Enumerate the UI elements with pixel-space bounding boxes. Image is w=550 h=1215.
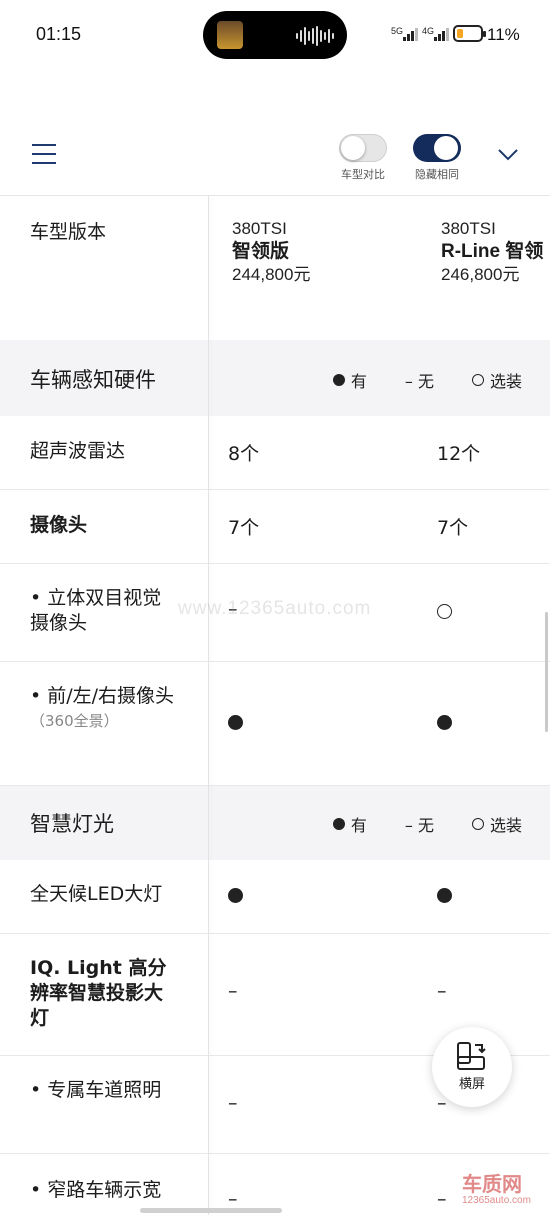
version-col2-name: R-Line 智领 bbox=[441, 241, 544, 262]
row-value-col2: – bbox=[437, 1188, 447, 1210]
version-col1[interactable]: 380TSI 智领版 244,800元 bbox=[232, 218, 310, 286]
watermark-text: www.12365auto.com bbox=[178, 598, 372, 619]
row-label: 摄像头 bbox=[30, 514, 88, 536]
table-row: • 前/左/右摄像头 （360全景） bbox=[0, 662, 550, 786]
legend: 有 – 无 选装 bbox=[332, 812, 522, 836]
version-col2[interactable]: 380TSI R-Line 智领 246,800元 bbox=[441, 218, 543, 286]
legend-none: – 无 bbox=[404, 816, 434, 835]
signal-bars-icon bbox=[434, 27, 449, 41]
version-col2-price: 246,800元 bbox=[441, 265, 520, 284]
chevron-down-icon[interactable] bbox=[497, 148, 519, 162]
home-indicator[interactable] bbox=[140, 1208, 282, 1213]
row-label: IQ. Light 高分辨率智慧投影大灯 bbox=[30, 957, 167, 1029]
logo-subtext: 12365auto.com bbox=[462, 1195, 531, 1206]
audio-wave-icon bbox=[296, 26, 336, 46]
site-logo: 车质网 12365auto.com bbox=[462, 1168, 548, 1212]
column-divider bbox=[208, 196, 209, 1215]
menu-icon[interactable] bbox=[32, 144, 56, 166]
version-col1-name: 智领版 bbox=[232, 241, 290, 262]
row-label: • 立体双目视觉摄像头 bbox=[30, 587, 162, 634]
row-value-col2 bbox=[437, 602, 452, 624]
version-col1-model: 380TSI bbox=[232, 219, 287, 238]
legend-yes: 有 bbox=[350, 816, 367, 835]
landscape-button[interactable]: 横屏 bbox=[432, 1027, 512, 1107]
row-label: 超声波雷达 bbox=[30, 440, 126, 462]
table-row: 摄像头 7个 7个 bbox=[0, 490, 550, 564]
row-value-col1: – bbox=[228, 1092, 238, 1114]
version-row: 车型版本 380TSI 智领版 244,800元 380TSI R-Line 智… bbox=[0, 196, 550, 306]
version-col2-model: 380TSI bbox=[441, 219, 496, 238]
row-label: • 窄路车辆示宽 bbox=[30, 1179, 162, 1201]
network-5g-label: 5G bbox=[391, 26, 404, 36]
filled-dot-icon bbox=[332, 818, 345, 830]
section-title: 车辆感知硬件 bbox=[30, 368, 156, 392]
section-header-sensors: 车辆感知硬件 有 – 无 选装 bbox=[0, 340, 550, 416]
hollow-dot-icon bbox=[471, 818, 484, 830]
landscape-button-label: 横屏 bbox=[458, 1077, 485, 1092]
row-value-col2 bbox=[437, 886, 452, 908]
row-value-col1: – bbox=[228, 1188, 238, 1210]
row-value-col2: – bbox=[437, 980, 447, 1002]
dynamic-island[interactable] bbox=[203, 11, 347, 59]
standard-icon bbox=[228, 888, 243, 903]
compare-toggle-label: 车型对比 bbox=[341, 168, 385, 181]
legend-none: – 无 bbox=[404, 372, 434, 391]
legend-optional: 选装 bbox=[489, 816, 522, 835]
row-value-col1: 7个 bbox=[228, 517, 260, 539]
section-title: 智慧灯光 bbox=[30, 812, 114, 836]
legend-optional: 选装 bbox=[489, 372, 522, 391]
section-header-lighting: 智慧灯光 有 – 无 选装 bbox=[0, 786, 550, 860]
logo-text: 车质网 bbox=[462, 1172, 522, 1196]
hide-same-toggle[interactable] bbox=[413, 134, 461, 162]
hide-same-toggle-label: 隐藏相同 bbox=[415, 168, 459, 181]
compare-toggle[interactable] bbox=[339, 134, 387, 162]
battery-icon bbox=[453, 25, 486, 42]
row-value-col2 bbox=[437, 713, 452, 735]
row-label: 全天候LED大灯 bbox=[30, 883, 163, 905]
rotate-screen-icon bbox=[457, 1042, 486, 1070]
row-label: • 专属车道照明 bbox=[30, 1079, 162, 1101]
filled-dot-icon bbox=[332, 374, 345, 386]
optional-icon bbox=[437, 604, 452, 619]
signal-bars-icon bbox=[403, 27, 418, 41]
network-4g-label: 4G bbox=[422, 26, 435, 36]
scrollbar[interactable] bbox=[545, 612, 548, 732]
status-bar: 01:15 5G 4G 11% bbox=[0, 0, 550, 70]
row-value-col2: 7个 bbox=[437, 517, 469, 539]
row-sublabel: （360全景） bbox=[30, 712, 119, 730]
hollow-dot-icon bbox=[471, 374, 484, 386]
standard-icon bbox=[437, 888, 452, 903]
version-col1-price: 244,800元 bbox=[232, 265, 311, 284]
table-row: 超声波雷达 8个 12个 bbox=[0, 416, 550, 490]
row-value-col2: 12个 bbox=[437, 443, 481, 465]
battery-percent: 11% bbox=[487, 25, 520, 44]
row-label: • 前/左/右摄像头 （360全景） bbox=[30, 684, 185, 734]
row-value-col1 bbox=[228, 713, 243, 735]
row-value-col1: 8个 bbox=[228, 443, 260, 465]
standard-icon bbox=[437, 715, 452, 730]
row-value-col1: – bbox=[228, 980, 238, 1002]
version-label: 车型版本 bbox=[30, 221, 107, 243]
app-thumbnail-icon bbox=[217, 21, 243, 49]
status-time: 01:15 bbox=[36, 24, 82, 44]
legend: 有 – 无 选装 bbox=[332, 368, 522, 392]
legend-yes: 有 bbox=[350, 372, 367, 391]
standard-icon bbox=[228, 715, 243, 730]
row-value-col1 bbox=[228, 886, 243, 908]
table-row: 全天候LED大灯 bbox=[0, 860, 550, 934]
